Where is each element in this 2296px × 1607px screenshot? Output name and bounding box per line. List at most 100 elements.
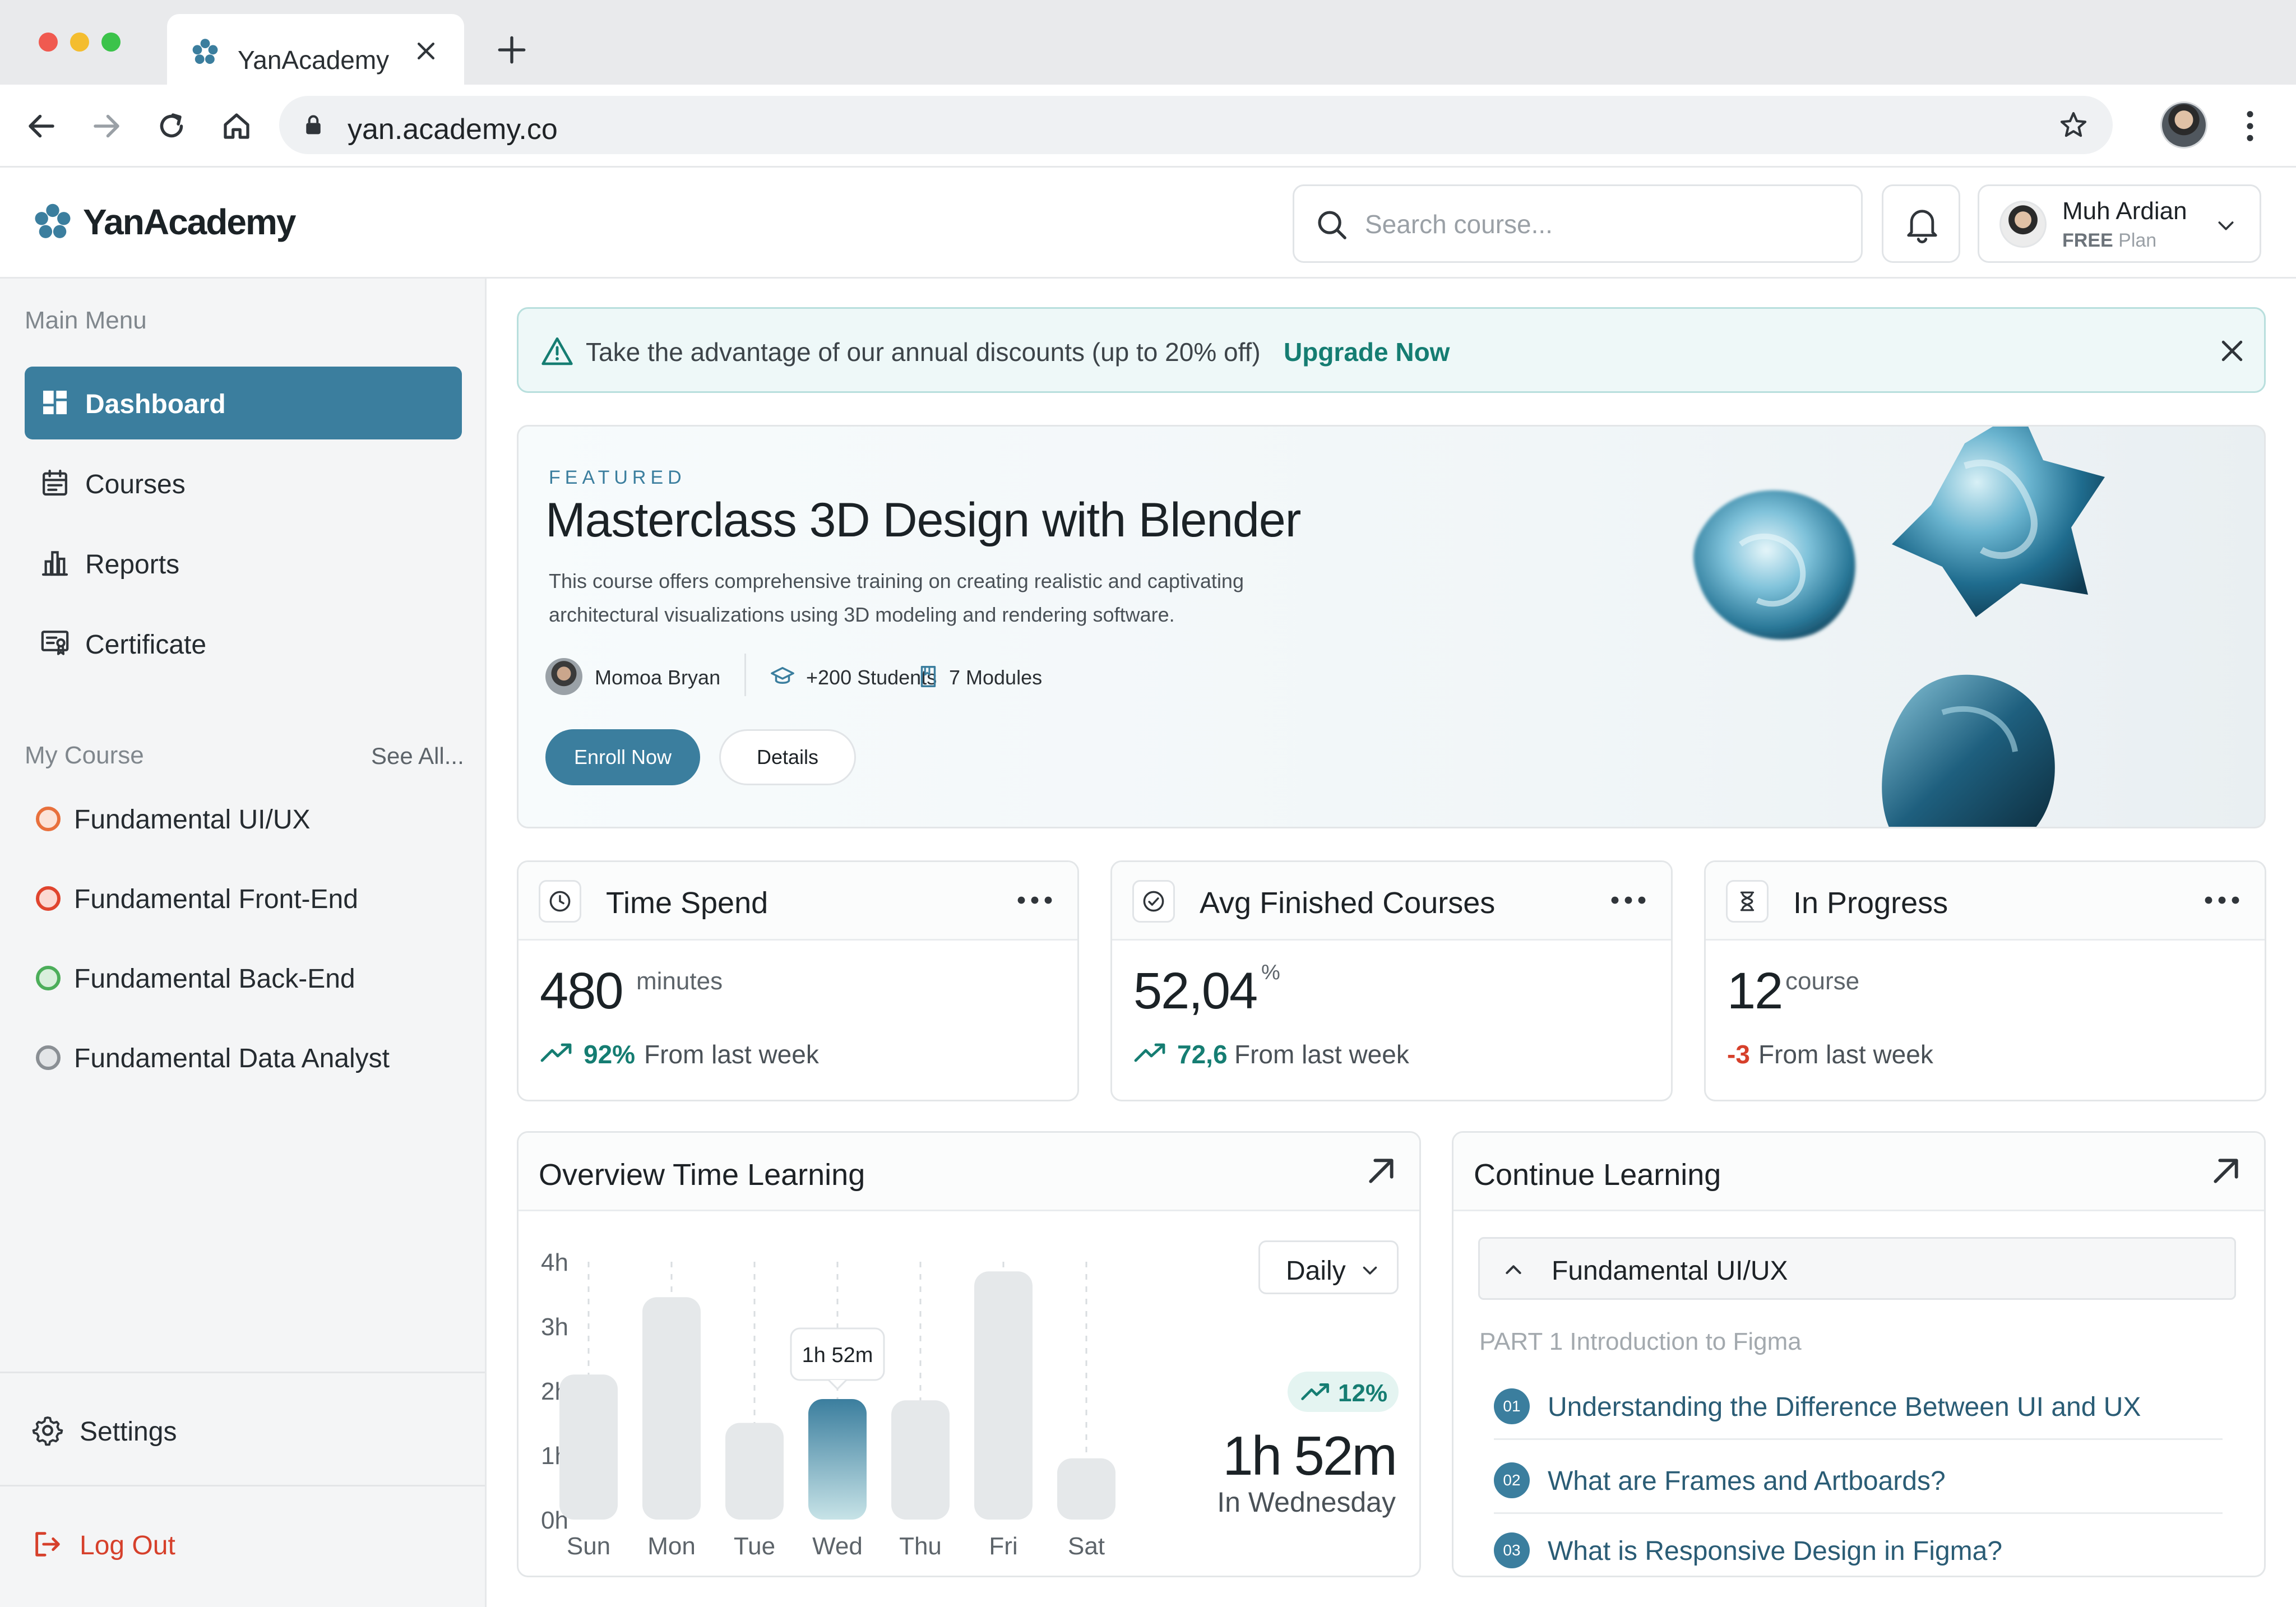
stat-unit: %	[1261, 961, 1280, 984]
browser-tab-bar: YanAcademy	[0, 0, 2296, 85]
forward-icon[interactable]	[90, 109, 123, 143]
sidebar-course-back-end[interactable]: Fundamental Back-End	[36, 956, 462, 1001]
bookmark-star-icon[interactable]	[2058, 109, 2089, 141]
modules-count: 7 Modules	[949, 666, 1043, 689]
more-options-icon[interactable]	[2204, 893, 2240, 907]
sidebar-course-front-end[interactable]: Fundamental Front-End	[36, 876, 462, 921]
settings-button[interactable]: Settings	[31, 1405, 424, 1456]
avatar	[1999, 201, 2047, 248]
dashboard-icon	[43, 391, 67, 414]
lesson-number: 01	[1494, 1388, 1530, 1424]
tooltip-text: 1h 52m	[802, 1344, 873, 1367]
browser-menu-icon[interactable]	[2240, 108, 2260, 144]
stat-card-time-spend: Time Spend 480 minutes 92% From last wee…	[517, 860, 1079, 1101]
bar-mon	[642, 1297, 701, 1520]
bar-sat	[1057, 1458, 1115, 1520]
trend-text: From last week	[644, 1040, 819, 1069]
status-dot	[36, 1045, 61, 1070]
more-options-icon[interactable]	[1017, 893, 1053, 907]
see-all-link[interactable]: See All...	[371, 743, 464, 770]
stat-trend: 92% From last week	[540, 1037, 1044, 1071]
instructor-name: Momoa Bryan	[595, 666, 721, 689]
lesson-item[interactable]: 01 Understanding the Difference Between …	[1494, 1373, 2223, 1440]
window-maximize-button[interactable]	[101, 33, 121, 52]
logout-icon	[35, 1532, 60, 1557]
period-value: Daily	[1286, 1256, 1346, 1286]
reload-icon[interactable]	[155, 109, 188, 143]
enroll-now-button[interactable]: Enroll Now	[545, 729, 700, 785]
lesson-title: What are Frames and Artboards?	[1548, 1466, 1946, 1496]
url-text: yan.academy.co	[348, 113, 558, 146]
search-input[interactable]	[1365, 203, 1847, 246]
lesson-title: What is Responsive Design in Figma?	[1548, 1536, 2003, 1566]
x-tick-label: Thu	[899, 1532, 942, 1560]
stat-icon-box	[1726, 880, 1769, 923]
bar-wed	[808, 1398, 867, 1520]
yanacademy-logo-icon	[192, 39, 218, 64]
stat-unit: course	[1785, 967, 1860, 995]
banner-text: Take the advantage of our annual discoun…	[586, 337, 1261, 367]
arrow-up-right-icon[interactable]	[2208, 1153, 2244, 1189]
lesson-item[interactable]: 02 What are Frames and Artboards?	[1494, 1447, 2223, 1514]
lesson-item[interactable]: 03 What is Responsive Design in Figma?	[1494, 1517, 2223, 1576]
browser-address-bar: yan.academy.co	[0, 85, 2296, 168]
close-tab-icon[interactable]	[414, 39, 438, 63]
address-field[interactable]: yan.academy.co	[279, 96, 2113, 154]
browser-profile-avatar[interactable]	[2160, 101, 2207, 149]
promo-banner: Take the advantage of our annual discoun…	[517, 307, 2266, 393]
new-tab-icon[interactable]	[496, 34, 528, 66]
instructor-avatar	[545, 658, 582, 695]
card-header: Overview Time Learning	[519, 1133, 1419, 1211]
sidebar: Main Menu Dashboard Courses Reports Cert…	[0, 279, 487, 1607]
browser-tab[interactable]: YanAcademy	[167, 14, 464, 85]
sidebar-item-dashboard[interactable]: Dashboard	[25, 367, 462, 439]
check-circle-icon	[1143, 891, 1164, 912]
sidebar-item-label: Certificate	[85, 630, 207, 660]
sidebar-item-reports[interactable]: Reports	[25, 527, 462, 600]
stat-trend: 72,6 From last week	[1133, 1037, 1638, 1071]
search-box[interactable]	[1293, 184, 1863, 263]
arrow-up-right-icon[interactable]	[1363, 1153, 1399, 1189]
bar-tue	[725, 1423, 784, 1520]
lesson-title: Understanding the Difference Between UI …	[1548, 1392, 2141, 1422]
lesson-number: 03	[1494, 1532, 1530, 1568]
featured-description: This course offers comprehensive trainin…	[549, 569, 1244, 626]
status-dot	[36, 807, 61, 831]
back-icon[interactable]	[25, 109, 58, 143]
divider	[744, 654, 746, 696]
sidebar-course-data-analyst[interactable]: Fundamental Data Analyst	[36, 1035, 462, 1080]
details-button[interactable]: Details	[719, 729, 856, 785]
calendar-icon	[43, 469, 67, 496]
stat-value: 480	[540, 962, 623, 1020]
chevron-up-icon	[1506, 1265, 1521, 1274]
divider	[0, 1372, 485, 1373]
period-select[interactable]: Daily	[1258, 1240, 1399, 1294]
home-icon[interactable]	[220, 109, 253, 143]
settings-label: Settings	[80, 1417, 177, 1447]
close-icon[interactable]	[2217, 336, 2247, 366]
x-tick-label: Sun	[567, 1532, 610, 1560]
course-label: Fundamental Data Analyst	[74, 1044, 390, 1073]
my-course-heading: My Course	[25, 742, 144, 769]
more-options-icon[interactable]	[1610, 893, 1646, 907]
tooltip-pointer	[827, 1379, 848, 1391]
abstract-3d-shapes-illustration	[1693, 427, 2105, 827]
course-accordion-header[interactable]: Fundamental UI/UX	[1478, 1237, 2236, 1300]
logout-button[interactable]: Log Out	[31, 1519, 424, 1569]
bar-sun	[559, 1374, 618, 1520]
user-menu-button[interactable]: Muh Ardian FREE Plan	[1978, 184, 2261, 263]
card-header: Continue Learning	[1453, 1133, 2264, 1211]
window-minimize-button[interactable]	[70, 33, 89, 52]
sidebar-item-certificate[interactable]: Certificate	[25, 607, 462, 680]
sidebar-item-courses[interactable]: Courses	[25, 447, 462, 520]
notifications-button[interactable]	[1882, 184, 1960, 263]
featured-title: Masterclass 3D Design with Blender	[545, 493, 1301, 547]
chevron-down-icon	[2218, 221, 2234, 230]
window-close-button[interactable]	[39, 33, 58, 52]
upgrade-now-link[interactable]: Upgrade Now	[1284, 337, 1450, 367]
sidebar-course-ui-ux[interactable]: Fundamental UI/UX	[36, 796, 462, 841]
course-label: Fundamental Front-End	[74, 884, 358, 914]
app-logo-text[interactable]: YanAcademy	[83, 201, 296, 243]
featured-label: FEATURED	[549, 467, 686, 488]
stat-card-header: In Progress	[1706, 862, 2265, 941]
